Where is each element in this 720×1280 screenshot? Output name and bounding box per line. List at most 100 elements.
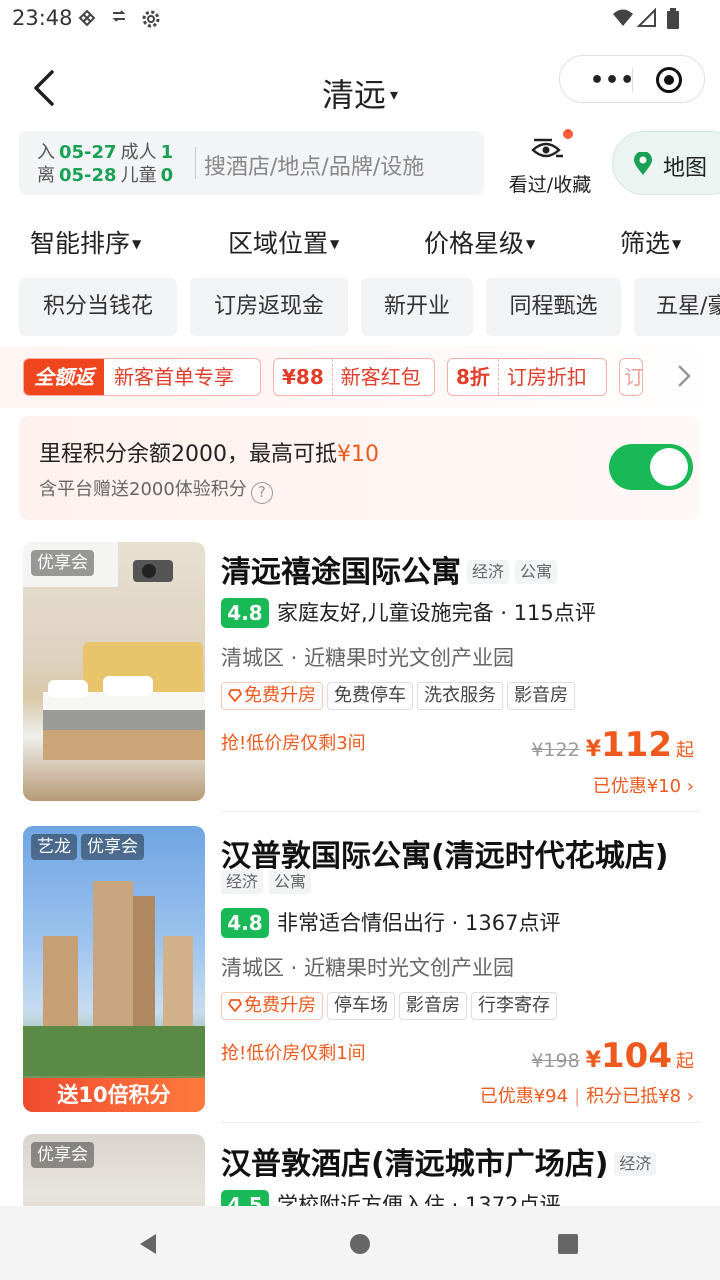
- review-summary: 非常适合情侣出行 · 1367点评: [277, 911, 561, 935]
- hotel-card[interactable]: 优享会 汉普敦酒店(清远城市广场店) 经济 4.5 学校附近方便入住 · 1372点…: [0, 1134, 720, 1206]
- urgency-text: 抢!低价房仅剩3间: [221, 733, 366, 754]
- hotel-name: 汉普敦酒店(清远城市广场店) 经济: [221, 1139, 657, 1183]
- points-ribbon: 送10倍积分: [23, 1078, 205, 1112]
- sort-filter[interactable]: 筛选 ▼: [620, 224, 681, 260]
- notification-dot: [563, 129, 573, 139]
- points-text: 里程积分余额2000，最高可抵: [39, 442, 337, 467]
- sort-area[interactable]: 区域位置 ▼: [228, 224, 339, 260]
- nav-home-icon[interactable]: [349, 1233, 371, 1259]
- card-divider: [221, 1122, 700, 1123]
- points-amount: ¥10: [337, 442, 379, 467]
- original-price: ¥198: [531, 1050, 580, 1072]
- promo-text: 新客红包: [340, 365, 421, 389]
- caret-down-icon: ▾: [389, 85, 399, 104]
- promo-tag: 8折: [448, 359, 499, 395]
- price: ¥198 ¥104 起: [531, 1036, 694, 1076]
- hotel-type: 公寓: [515, 560, 558, 584]
- points-toggle[interactable]: [609, 444, 693, 490]
- data-transfer-icon: [108, 8, 130, 30]
- facility-chip: 影音房: [399, 992, 467, 1020]
- facility-chip: 行李寄存: [471, 992, 557, 1020]
- wifi-icon: [612, 8, 634, 30]
- eye-filter-icon: [530, 136, 566, 162]
- nav-recents-icon[interactable]: [557, 1233, 579, 1259]
- discount-info[interactable]: 已优惠¥94 | 积分已抵¥8 ›: [480, 1082, 694, 1108]
- discount-text: 已优惠¥10: [592, 776, 682, 797]
- tag-cashback[interactable]: 订房返现金: [190, 278, 348, 336]
- city-name: 清远: [321, 76, 386, 114]
- hotel-rating: 4.8 非常适合情侣出行 · 1367点评: [221, 907, 560, 938]
- heart-diamond-icon: [228, 689, 242, 702]
- more-options-icon[interactable]: •••: [590, 68, 635, 93]
- points-banner: 里程积分余额2000，最高可抵¥10 含平台赠送2000体验积分?: [19, 416, 701, 520]
- facility-label: 免费升房: [244, 685, 316, 706]
- points-note-text: 含平台赠送2000体验积分: [39, 479, 247, 500]
- system-nav-bar: [0, 1206, 720, 1280]
- date-guest-picker[interactable]: 入 05-27 成人 1 离 05-28 儿童 0: [37, 141, 177, 187]
- favorites-label: 看过/收藏: [508, 174, 592, 196]
- photo-badges: 艺龙 优享会: [31, 834, 148, 860]
- nav-back-icon[interactable]: [136, 1232, 160, 1260]
- toggle-knob: [650, 448, 688, 486]
- promo-red-packet[interactable]: ¥88 新客红包: [273, 358, 435, 396]
- promo-strip: 全额返 新客首单专享 ¥88 新客红包 8折 订房折扣 订: [0, 346, 720, 408]
- chevron-right-icon: ›: [681, 776, 694, 797]
- review-summary: 学校附近方便入住 · 1372点评: [277, 1193, 561, 1206]
- miniapp-capsule: •••: [559, 55, 705, 103]
- hotel-card[interactable]: 优享会 清远禧途国际公寓 经济 公寓 4.8 家庭友好,儿童设施完备 · 115点评 …: [0, 542, 720, 812]
- search-input[interactable]: 搜酒店/地点/品牌/设施: [204, 149, 424, 181]
- hotel-type: 公寓: [269, 870, 312, 894]
- notification-icon: [76, 8, 98, 30]
- rating-score: 4.8: [221, 908, 269, 938]
- map-button[interactable]: 地图: [612, 131, 720, 195]
- close-miniapp-icon[interactable]: [656, 67, 682, 93]
- adult-count: 1: [160, 142, 174, 163]
- checkin-label: 入: [37, 142, 55, 163]
- sort-price-star[interactable]: 价格星级 ▼: [424, 224, 535, 260]
- sort-label: 区域位置: [228, 229, 329, 258]
- tag-new-open[interactable]: 新开业: [361, 278, 473, 336]
- chevron-right-icon[interactable]: [674, 362, 694, 390]
- map-pin-icon: [633, 151, 653, 176]
- hotel-photo: 艺龙 优享会 送10倍积分: [23, 826, 205, 1112]
- review-summary: 家庭友好,儿童设施完备 · 115点评: [277, 601, 596, 625]
- help-icon[interactable]: ?: [250, 482, 273, 504]
- hotel-type: 经济: [614, 1152, 657, 1176]
- hotel-location: 清城区 · 近糖果时光文创产业园: [221, 646, 515, 670]
- card-divider: [221, 811, 700, 812]
- currency: ¥: [585, 737, 602, 762]
- promo-tag: 全额返: [24, 359, 104, 395]
- search-bar: 入 05-27 成人 1 离 05-28 儿童 0 搜酒店/地点/品牌/设施: [19, 131, 484, 195]
- sort-bar: 智能排序 ▼ 区域位置 ▼ 价格星级 ▼ 筛选 ▼: [0, 218, 720, 262]
- facility-chip: 洗衣服务: [417, 682, 503, 710]
- rating-score: 4.8: [221, 598, 269, 628]
- separator: |: [574, 1086, 581, 1107]
- rating-score: 4.5: [221, 1190, 269, 1206]
- promo-first-order[interactable]: 全额返 新客首单专享: [23, 358, 261, 396]
- price-from: 起: [676, 740, 694, 761]
- currency: ¥: [585, 1048, 602, 1073]
- badge: 优享会: [31, 1142, 94, 1168]
- child-count: 0: [160, 165, 174, 186]
- price-from: 起: [676, 1051, 694, 1072]
- promo-more[interactable]: 订: [619, 358, 643, 396]
- promo-discount[interactable]: 8折 订房折扣: [447, 358, 607, 396]
- discount-info[interactable]: 已优惠¥10 ›: [593, 772, 694, 798]
- facility-chip: 影音房: [507, 682, 575, 710]
- heart-diamond-icon: [228, 999, 242, 1012]
- hotel-type: 经济: [221, 870, 264, 894]
- hotel-photo: 优享会: [23, 542, 205, 801]
- tag-selected[interactable]: 同程甄选: [486, 278, 621, 336]
- history-favorites-button[interactable]: 看过/收藏: [500, 129, 600, 196]
- tag-five-star[interactable]: 五星/豪: [634, 278, 720, 336]
- badge: 优享会: [31, 550, 94, 576]
- hotel-card[interactable]: 艺龙 优享会 送10倍积分 汉普敦国际公寓(清远时代花城店) 经济 公寓 4.8 非常…: [0, 826, 720, 1126]
- tag-points[interactable]: 积分当钱花: [19, 278, 177, 336]
- settings-gear-icon: [140, 8, 162, 30]
- child-label: 儿童: [120, 165, 157, 186]
- hotel-rating: 4.8 家庭友好,儿童设施完备 · 115点评: [221, 597, 596, 628]
- hotel-photo: 优享会: [23, 1134, 205, 1206]
- sort-smart[interactable]: 智能排序 ▼: [30, 224, 141, 260]
- facility-list: 免费升房 停车场 影音房 行李寄存: [221, 992, 561, 1020]
- title-bar: 清远 ▾ •••: [0, 52, 720, 124]
